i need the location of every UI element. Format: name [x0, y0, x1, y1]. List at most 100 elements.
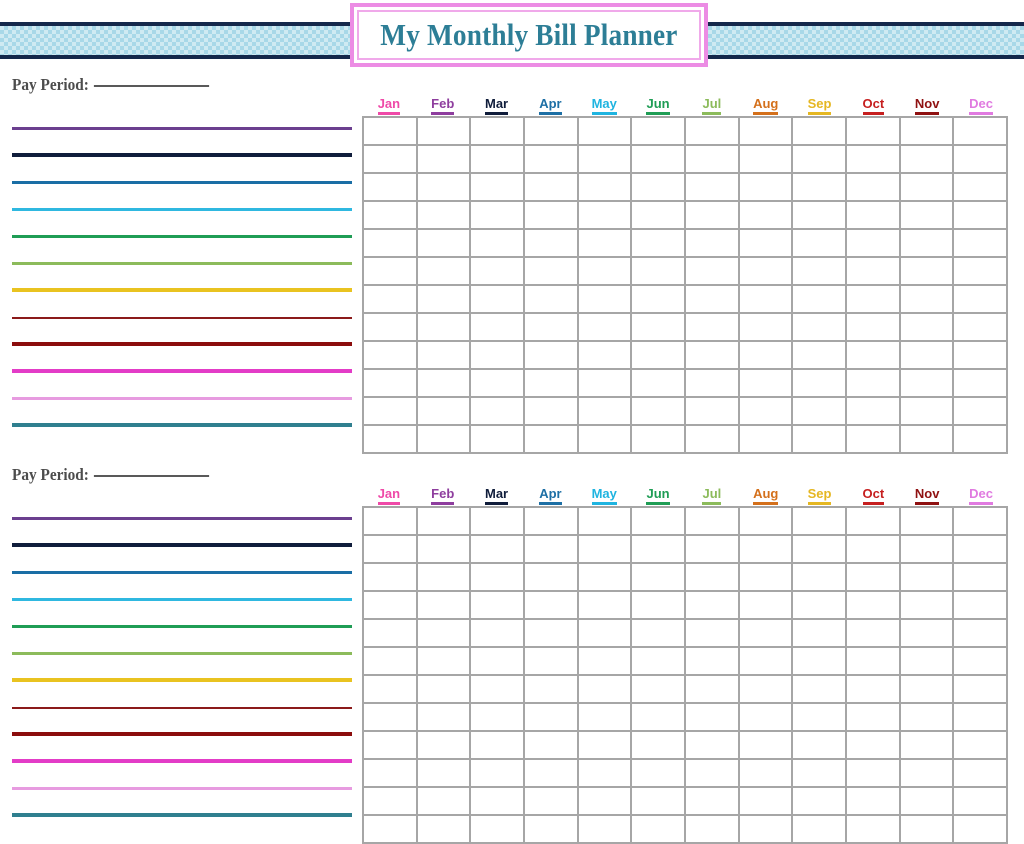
pay-period-input[interactable] — [94, 475, 210, 477]
bill-cell-feb[interactable] — [415, 590, 472, 620]
bill-cell-jun[interactable] — [630, 758, 686, 788]
bill-cell-apr[interactable] — [522, 646, 579, 676]
bill-cell-jun[interactable] — [630, 312, 686, 342]
bill-cell-jul[interactable] — [683, 200, 740, 230]
bill-cell-may[interactable] — [576, 424, 633, 454]
bill-cell-sep[interactable] — [791, 368, 847, 398]
bill-cell-apr[interactable] — [522, 506, 579, 536]
bill-cell-jan[interactable] — [362, 534, 418, 564]
bill-cell-may[interactable] — [576, 256, 633, 286]
bill-cell-feb[interactable] — [415, 646, 472, 676]
bill-cell-feb[interactable] — [415, 200, 472, 230]
bill-cell-nov[interactable] — [898, 284, 955, 314]
bill-entry-line[interactable] — [12, 543, 352, 547]
bill-entry-line[interactable] — [12, 208, 352, 211]
bill-cell-nov[interactable] — [898, 646, 955, 676]
bill-cell-oct[interactable] — [844, 590, 901, 620]
bill-cell-aug[interactable] — [737, 284, 794, 314]
bill-cell-may[interactable] — [576, 200, 633, 230]
bill-entry-line[interactable] — [12, 317, 352, 319]
bill-cell-aug[interactable] — [737, 506, 794, 536]
bill-cell-dec[interactable] — [952, 730, 1008, 760]
bill-cell-dec[interactable] — [952, 256, 1008, 286]
bill-cell-sep[interactable] — [791, 786, 847, 816]
bill-cell-aug[interactable] — [737, 534, 794, 564]
bill-cell-mar[interactable] — [469, 506, 525, 536]
bill-cell-oct[interactable] — [844, 562, 901, 592]
bill-cell-jul[interactable] — [683, 228, 740, 258]
bill-cell-dec[interactable] — [952, 590, 1008, 620]
bill-cell-oct[interactable] — [844, 534, 901, 564]
bill-cell-apr[interactable] — [522, 534, 579, 564]
bill-cell-nov[interactable] — [898, 730, 955, 760]
bill-cell-feb[interactable] — [415, 702, 472, 732]
bill-cell-mar[interactable] — [469, 284, 525, 314]
bill-cell-nov[interactable] — [898, 200, 955, 230]
bill-cell-aug[interactable] — [737, 646, 794, 676]
bill-cell-mar[interactable] — [469, 730, 525, 760]
bill-entry-line[interactable] — [12, 423, 352, 427]
bill-entry-line[interactable] — [12, 813, 352, 817]
bill-cell-mar[interactable] — [469, 116, 525, 146]
bill-cell-jun[interactable] — [630, 618, 686, 648]
bill-cell-jun[interactable] — [630, 590, 686, 620]
bill-cell-apr[interactable] — [522, 172, 579, 202]
bill-cell-jul[interactable] — [683, 534, 740, 564]
bill-entry-line[interactable] — [12, 235, 352, 238]
bill-cell-may[interactable] — [576, 562, 633, 592]
bill-entry-line[interactable] — [12, 288, 352, 292]
bill-cell-jun[interactable] — [630, 144, 686, 174]
bill-entry-line[interactable] — [12, 342, 352, 346]
bill-cell-jul[interactable] — [683, 256, 740, 286]
bill-cell-aug[interactable] — [737, 674, 794, 704]
bill-cell-dec[interactable] — [952, 312, 1008, 342]
bill-cell-feb[interactable] — [415, 534, 472, 564]
bill-cell-aug[interactable] — [737, 172, 794, 202]
bill-cell-feb[interactable] — [415, 758, 472, 788]
bill-cell-sep[interactable] — [791, 424, 847, 454]
bill-cell-may[interactable] — [576, 368, 633, 398]
bill-cell-mar[interactable] — [469, 172, 525, 202]
bill-entry-line[interactable] — [12, 707, 352, 709]
bill-cell-jul[interactable] — [683, 396, 740, 426]
bill-cell-jan[interactable] — [362, 200, 418, 230]
bill-cell-dec[interactable] — [952, 228, 1008, 258]
bill-cell-aug[interactable] — [737, 396, 794, 426]
bill-cell-nov[interactable] — [898, 396, 955, 426]
bill-cell-oct[interactable] — [844, 674, 901, 704]
bill-cell-apr[interactable] — [522, 786, 579, 816]
bill-cell-jan[interactable] — [362, 312, 418, 342]
bill-cell-nov[interactable] — [898, 534, 955, 564]
bill-cell-may[interactable] — [576, 284, 633, 314]
bill-cell-nov[interactable] — [898, 116, 955, 146]
bill-cell-jun[interactable] — [630, 786, 686, 816]
bill-cell-dec[interactable] — [952, 786, 1008, 816]
bill-cell-jul[interactable] — [683, 284, 740, 314]
bill-cell-oct[interactable] — [844, 758, 901, 788]
bill-cell-apr[interactable] — [522, 702, 579, 732]
bill-cell-oct[interactable] — [844, 340, 901, 370]
bill-cell-jun[interactable] — [630, 228, 686, 258]
bill-cell-mar[interactable] — [469, 144, 525, 174]
bill-cell-sep[interactable] — [791, 562, 847, 592]
bill-cell-jan[interactable] — [362, 618, 418, 648]
bill-cell-aug[interactable] — [737, 424, 794, 454]
bill-cell-feb[interactable] — [415, 424, 472, 454]
bill-cell-jul[interactable] — [683, 674, 740, 704]
bill-cell-apr[interactable] — [522, 116, 579, 146]
bill-cell-nov[interactable] — [898, 228, 955, 258]
bill-entry-line[interactable] — [12, 517, 352, 520]
bill-cell-apr[interactable] — [522, 340, 579, 370]
bill-cell-jan[interactable] — [362, 368, 418, 398]
bill-cell-feb[interactable] — [415, 116, 472, 146]
bill-cell-nov[interactable] — [898, 590, 955, 620]
bill-cell-oct[interactable] — [844, 786, 901, 816]
bill-cell-nov[interactable] — [898, 256, 955, 286]
bill-cell-jan[interactable] — [362, 786, 418, 816]
bill-cell-jul[interactable] — [683, 312, 740, 342]
bill-cell-jun[interactable] — [630, 284, 686, 314]
bill-cell-nov[interactable] — [898, 368, 955, 398]
bill-cell-sep[interactable] — [791, 284, 847, 314]
bill-cell-feb[interactable] — [415, 144, 472, 174]
bill-cell-mar[interactable] — [469, 534, 525, 564]
